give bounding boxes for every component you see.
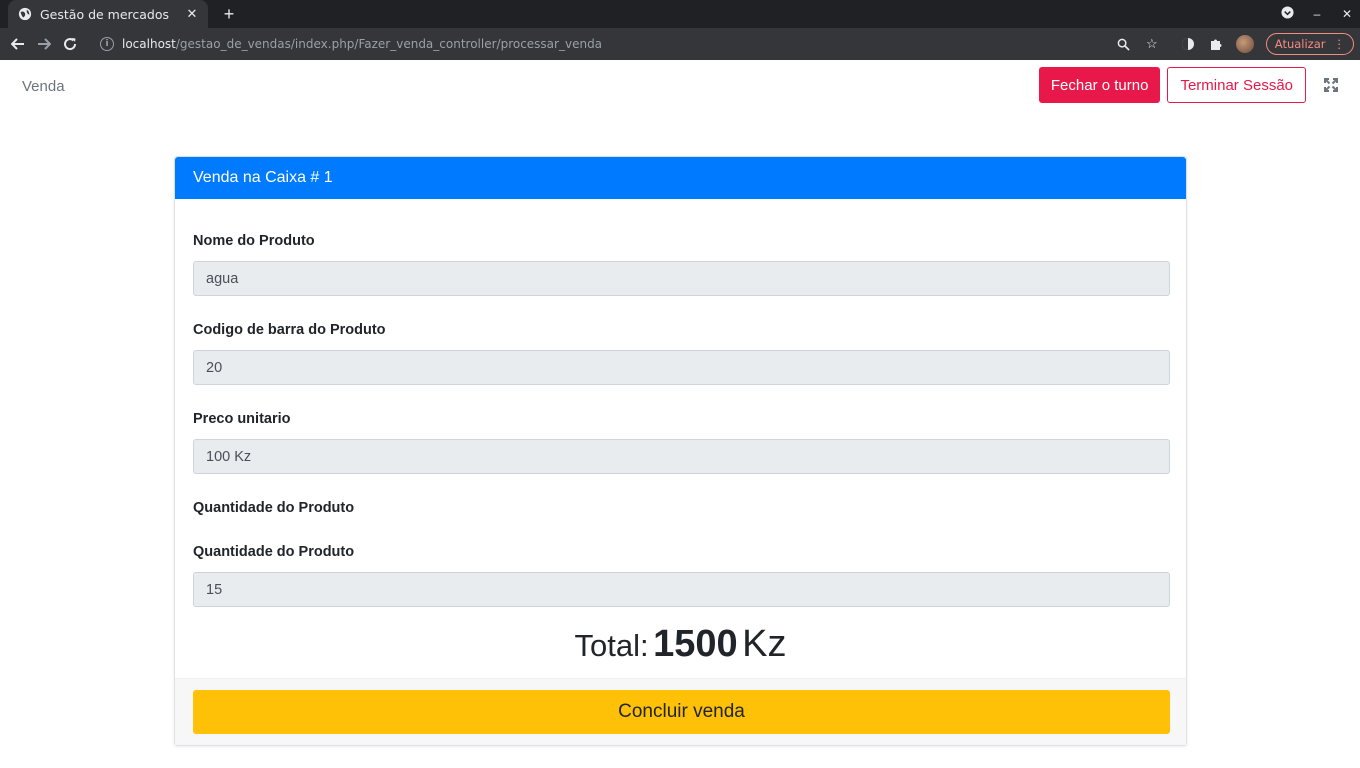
url-text: localhost/gestao_de_vendas/index.php/Faz… (122, 37, 603, 51)
total-unit: Kz (742, 623, 787, 665)
total-display: Total: 1500 Kz (193, 623, 1168, 678)
forward-icon[interactable] (31, 31, 57, 57)
quantity-group: Quantidade do Produto (193, 544, 1170, 607)
quantity-heading: Quantidade do Produto (193, 500, 355, 516)
page: Venda Fechar o turno Terminar Sessão Ven… (0, 60, 1360, 768)
toolbar-actions: ☆ Atualizar ⋮ (1116, 28, 1354, 60)
extensions-puzzle-icon[interactable] (1208, 36, 1224, 52)
browser-tabbar: Gestão de mercados ✕ + – ✕ (0, 0, 1360, 28)
complete-sale-button[interactable]: Concluir venda (193, 690, 1170, 734)
zoom-icon[interactable] (1116, 36, 1132, 52)
globe-icon (18, 7, 32, 21)
barcode-field[interactable] (193, 350, 1170, 385)
navbar-brand[interactable]: Venda (22, 78, 65, 95)
total-value: 1500 (653, 623, 738, 665)
profile-avatar[interactable] (1235, 35, 1254, 53)
close-shift-button[interactable]: Fechar o turno (1038, 67, 1161, 103)
address-bar[interactable]: i localhost/gestao_de_vendas/index.php/F… (94, 30, 1140, 58)
card-header: Venda na Caixa # 1 (175, 157, 1186, 199)
close-window-icon[interactable]: ✕ (1340, 7, 1354, 21)
new-tab-icon[interactable]: + (219, 4, 239, 24)
bookmark-star-icon[interactable]: ☆ (1144, 36, 1160, 52)
tab-title: Gestão de mercados (40, 6, 170, 22)
window-controls: – ✕ (1280, 0, 1354, 28)
unit-price-field[interactable] (193, 439, 1170, 474)
dark-mode-extension-icon[interactable] (1180, 36, 1196, 52)
back-icon[interactable] (5, 31, 31, 57)
unit-price-label: Preco unitario (193, 411, 291, 427)
product-name-label: Nome do Produto (193, 233, 315, 249)
quantity-field[interactable] (193, 572, 1170, 607)
top-navbar: Venda Fechar o turno Terminar Sessão (0, 60, 1360, 112)
barcode-label: Codigo de barra do Produto (193, 322, 386, 338)
logout-button[interactable]: Terminar Sessão (1167, 67, 1306, 103)
product-name-group: Nome do Produto (193, 233, 1170, 296)
barcode-group: Codigo de barra do Produto (193, 322, 1170, 385)
total-label: Total: (574, 628, 649, 663)
product-name-field[interactable] (193, 261, 1170, 296)
minimize-icon[interactable]: – (1310, 7, 1324, 21)
more-menu-icon: ⋮ (1333, 37, 1346, 51)
site-info-icon[interactable]: i (100, 37, 114, 51)
tab-search-icon[interactable] (1280, 6, 1294, 22)
reload-icon[interactable] (57, 31, 83, 57)
browser-tab[interactable]: Gestão de mercados ✕ (8, 0, 208, 28)
quantity-label: Quantidade do Produto (193, 544, 355, 560)
sale-card: Venda na Caixa # 1 Nome do Produto Codig… (174, 156, 1187, 746)
card-footer: Concluir venda (175, 678, 1186, 745)
unit-price-group: Preco unitario (193, 411, 1170, 474)
card-body: Nome do Produto Codigo de barra do Produ… (175, 199, 1186, 678)
navbar-actions: Fechar o turno Terminar Sessão (1038, 67, 1342, 103)
fullscreen-icon[interactable] (1320, 74, 1342, 96)
browser-toolbar: i localhost/gestao_de_vendas/index.php/F… (0, 28, 1360, 60)
tab-close-icon[interactable]: ✕ (184, 6, 200, 22)
update-button[interactable]: Atualizar ⋮ (1265, 33, 1354, 55)
